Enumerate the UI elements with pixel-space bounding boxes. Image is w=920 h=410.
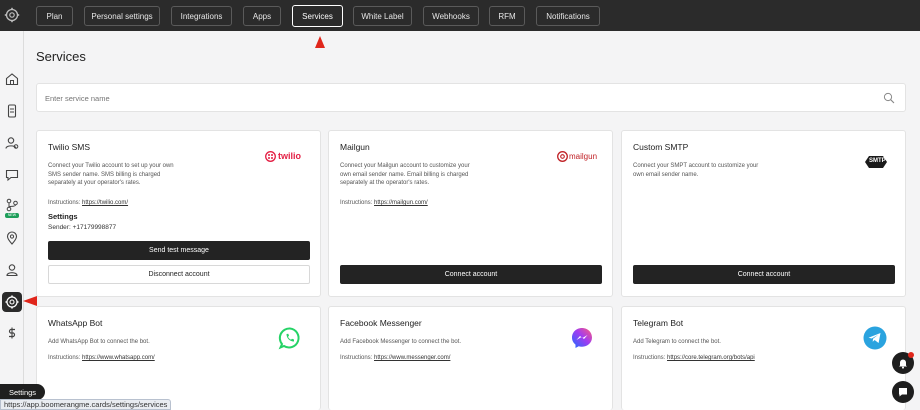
sidebar: NEW: [0, 31, 24, 410]
tab-personal-settings[interactable]: Personal settings: [84, 6, 160, 26]
card-title: Telegram Bot: [633, 318, 684, 328]
twilio-logo: twilio: [265, 150, 305, 162]
card-title: Custom SMTP: [633, 142, 689, 152]
telegram-icon: [863, 326, 887, 350]
disconnect-account-button[interactable]: Disconnect account: [48, 265, 310, 284]
settings-heading: Settings: [48, 212, 78, 221]
annotation-arrow-up: [315, 36, 325, 48]
card-title: Facebook Messenger: [340, 318, 422, 328]
smtp-logo: SMTP: [865, 155, 887, 169]
service-card-telegram: Telegram Bot Add Telegram to connect the…: [621, 306, 906, 410]
instructions-link[interactable]: https://www.whatsapp.com/: [82, 355, 155, 361]
home-icon[interactable]: [4, 71, 20, 87]
send-test-message-button[interactable]: Send test message: [48, 241, 310, 260]
service-card-twilio: Twilio SMS twilio Connect your Twilio ac…: [36, 130, 321, 297]
tab-notifications[interactable]: Notifications: [536, 6, 600, 26]
card-title: Mailgun: [340, 142, 370, 152]
mailgun-logo-text: mailgun: [569, 151, 598, 161]
annotation-arrow-left: [23, 296, 37, 306]
chat-float-button[interactable]: [892, 381, 914, 403]
browser-status-url: https://app.boomerangme.cards/settings/s…: [0, 399, 172, 410]
page-title: Services: [36, 49, 86, 64]
card-description: Add Facebook Messenger to connect the bo…: [340, 339, 462, 345]
service-card-messenger: Facebook Messenger Add Facebook Messenge…: [328, 306, 613, 410]
gear-icon[interactable]: [4, 7, 20, 23]
tab-plan[interactable]: Plan: [36, 6, 73, 26]
connect-account-button[interactable]: Connect account: [633, 265, 895, 284]
card-icon[interactable]: [4, 103, 20, 119]
twilio-logo-text: twilio: [278, 151, 301, 161]
tab-webhooks[interactable]: Webhooks: [423, 6, 479, 26]
instructions-label: Instructions:: [48, 200, 81, 206]
card-instructions: Instructions: https://twilio.com/: [48, 200, 128, 206]
instructions-link[interactable]: https://twilio.com/: [82, 200, 128, 206]
instructions-link[interactable]: https://core.telegram.org/bots/api: [667, 355, 755, 361]
location-icon[interactable]: [4, 230, 20, 246]
service-card-custom-smtp: Custom SMTP SMTP Connect your SMPT accou…: [621, 130, 906, 297]
settings-tooltip: Settings: [0, 384, 45, 400]
card-instructions: Instructions: https://core.telegram.org/…: [633, 355, 755, 361]
tab-services[interactable]: Services: [292, 5, 343, 27]
instructions-label: Instructions:: [340, 355, 373, 361]
messenger-icon: [572, 328, 592, 348]
instructions-label: Instructions:: [48, 355, 81, 361]
tab-rfm[interactable]: RFM: [489, 6, 525, 26]
card-instructions: Instructions: https://mailgun.com/: [340, 200, 428, 206]
mailgun-icon: [557, 150, 568, 162]
service-card-whatsapp: WhatsApp Bot Add WhatsApp Bot to connect…: [36, 306, 321, 410]
tab-integrations[interactable]: Integrations: [171, 6, 232, 26]
card-description: Connect your SMPT account to customize y…: [633, 163, 759, 178]
mailgun-logo: mailgun: [557, 150, 601, 162]
card-description: Connect your Twilio account to set up yo…: [48, 163, 174, 187]
top-nav-bar: Plan Personal settings Integrations Apps…: [0, 0, 920, 31]
card-instructions: Instructions: https://www.whatsapp.com/: [48, 355, 155, 361]
notification-dot: [908, 352, 914, 358]
instructions-label: Instructions:: [340, 200, 373, 206]
settings-icon: [5, 295, 19, 309]
card-description: Add Telegram to connect the bot.: [633, 339, 721, 345]
notifications-float-button[interactable]: [892, 352, 914, 374]
smtp-logo-text: SMTP: [869, 158, 886, 164]
twilio-icon: [265, 150, 276, 162]
card-instructions: Instructions: https://www.messenger.com/: [340, 355, 450, 361]
card-title: Twilio SMS: [48, 142, 91, 152]
service-card-mailgun: Mailgun mailgun Connect your Mailgun acc…: [328, 130, 613, 297]
dollar-icon[interactable]: [4, 325, 20, 341]
tab-white-label[interactable]: White Label: [353, 6, 412, 26]
sidebar-item-settings[interactable]: [2, 292, 22, 312]
card-description: Connect your Mailgun account to customiz…: [340, 163, 470, 187]
new-badge: NEW: [5, 213, 19, 218]
instructions-link[interactable]: https://mailgun.com/: [374, 200, 428, 206]
whatsapp-icon: [278, 327, 300, 350]
search-input[interactable]: [45, 91, 845, 105]
instructions-label: Instructions:: [633, 355, 666, 361]
person-icon[interactable]: [4, 262, 20, 278]
service-search-box[interactable]: [36, 83, 906, 112]
bell-icon: [899, 359, 907, 369]
card-title: WhatsApp Bot: [48, 318, 103, 328]
instructions-link[interactable]: https://www.messenger.com/: [374, 355, 450, 361]
search-icon[interactable]: [883, 92, 895, 104]
chat-icon[interactable]: [4, 167, 20, 183]
users-icon[interactable]: [4, 135, 20, 151]
connect-account-button[interactable]: Connect account: [340, 265, 602, 284]
card-description: Add WhatsApp Bot to connect the bot.: [48, 339, 150, 345]
tab-apps[interactable]: Apps: [243, 6, 281, 26]
chat-bubble-icon: [899, 388, 907, 397]
sender-value: Sender: +17179998877: [48, 224, 117, 231]
flow-icon[interactable]: [4, 197, 20, 213]
